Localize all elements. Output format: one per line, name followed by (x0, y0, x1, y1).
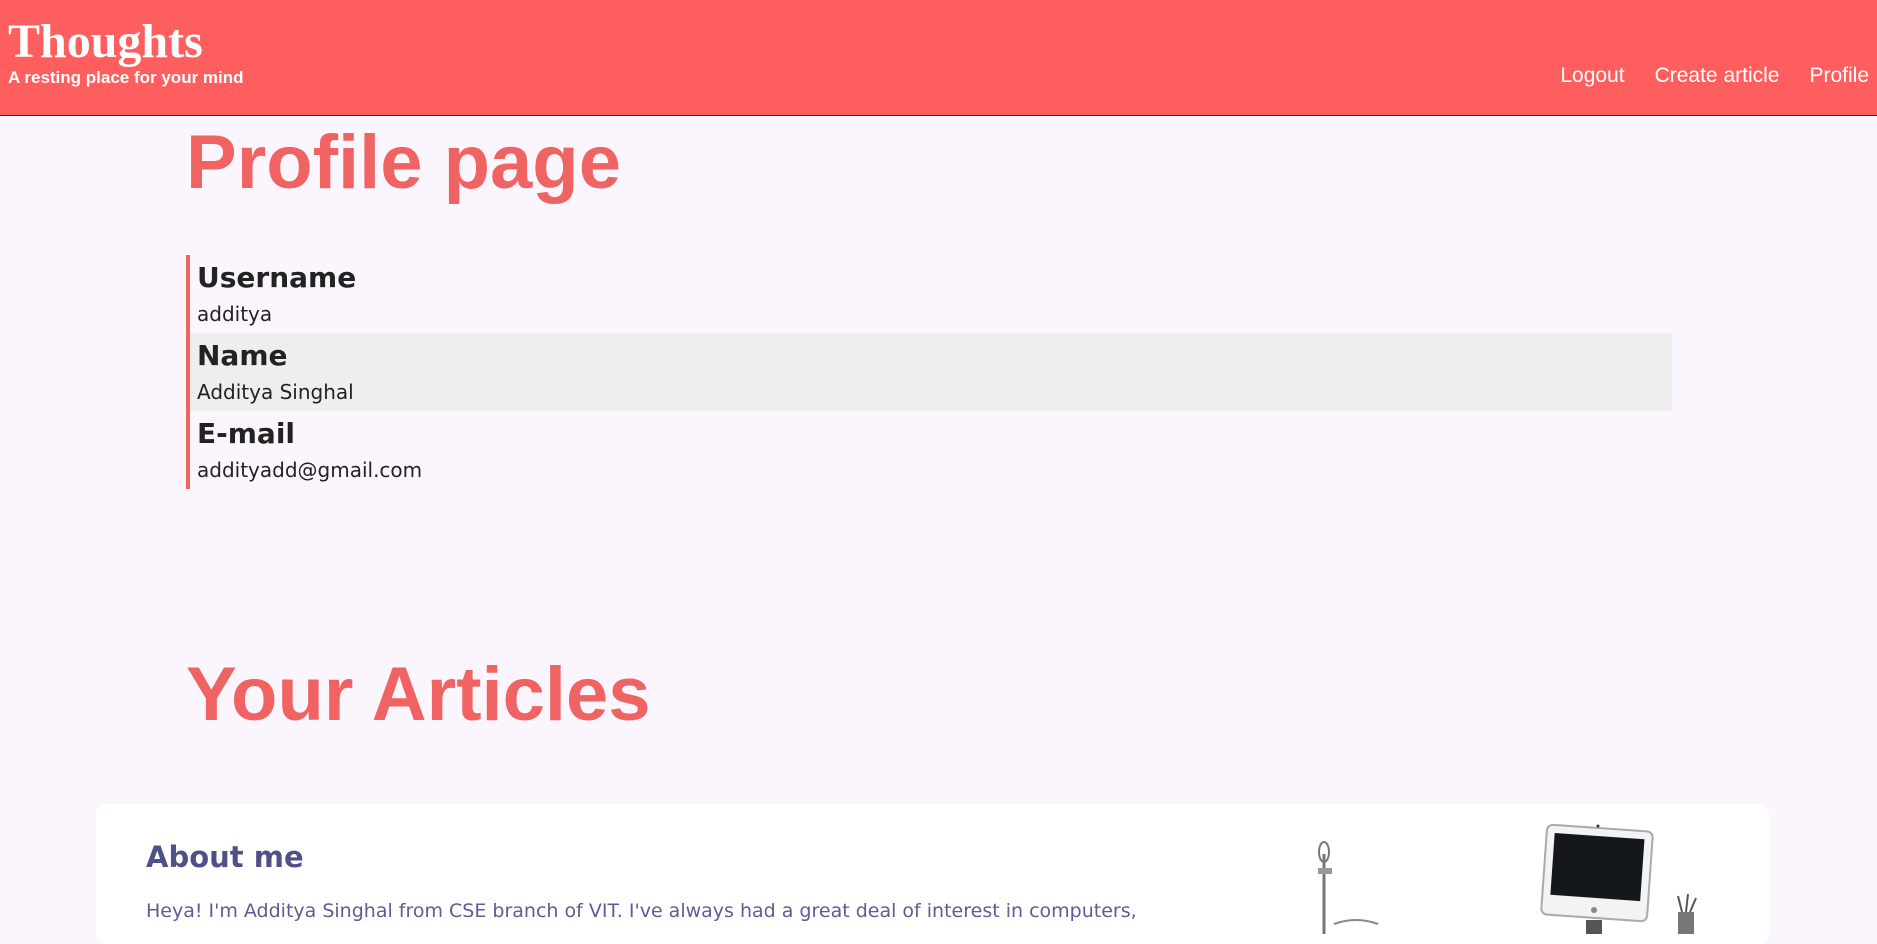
profile-details: Username additya Name Additya Singhal E-… (186, 255, 1672, 489)
field-label: Name (197, 339, 288, 372)
logout-link[interactable]: Logout (1560, 64, 1624, 88)
article-title[interactable]: About me (146, 840, 304, 874)
article-excerpt: Heya! I'm Additya Singhal from CSE branc… (146, 900, 1137, 922)
field-label: Username (197, 261, 357, 294)
field-value: additya (197, 302, 273, 326)
main-nav: Logout Create article Profile (1530, 64, 1869, 88)
page-title: Profile page (186, 120, 621, 205)
article-card[interactable]: About me Heya! I'm Additya Singhal from … (96, 804, 1769, 944)
create-article-link[interactable]: Create article (1655, 64, 1780, 88)
site-tagline: A resting place for your mind (8, 68, 244, 87)
site-title[interactable]: Thoughts (8, 12, 203, 72)
username-field: Username additya (190, 255, 1672, 333)
profile-link[interactable]: Profile (1809, 64, 1869, 88)
field-label: E-mail (197, 417, 296, 450)
field-value: Additya Singhal (197, 380, 354, 404)
desk-illustration (1318, 824, 1697, 934)
email-field: E-mail additya​dd@gmail.com (190, 411, 1672, 489)
field-value: additya​dd@gmail.com (197, 458, 423, 482)
site-header: Thoughts A resting place for your mind L… (0, 0, 1877, 116)
name-field: Name Additya Singhal (190, 333, 1672, 411)
articles-section-title: Your Articles (186, 652, 651, 737)
